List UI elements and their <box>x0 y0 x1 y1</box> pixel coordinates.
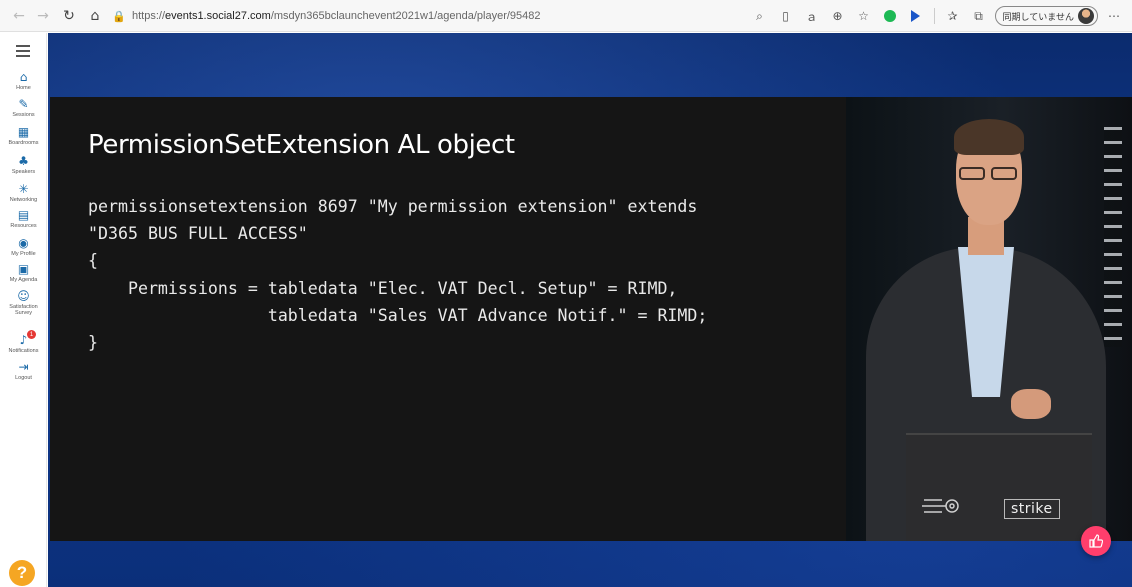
grammarly-extension-icon[interactable] <box>880 6 900 26</box>
toolbar-divider <box>933 8 935 24</box>
profile-icon: ◉ <box>18 235 29 250</box>
video-stage: PermissionSetExtension AL object permiss… <box>48 33 1132 587</box>
sidebar-item-networking[interactable]: ✳ Networking <box>0 181 47 204</box>
zoom-icon[interactable]: ⊕ <box>828 6 848 26</box>
speaker-icon: ♣ <box>18 153 29 168</box>
logout-icon: ⇥ <box>18 359 29 374</box>
home-icon: ⌂ <box>19 69 28 84</box>
survey-icon: ☺ <box>17 288 30 303</box>
sidebar-item-my-profile[interactable]: ◉ My Profile <box>0 235 47 258</box>
slide-title: PermissionSetExtension AL object <box>88 130 515 160</box>
code-line: tabledata "Sales VAT Advance Notif." = R… <box>88 305 708 325</box>
calendar-icon: ▣ <box>17 261 30 276</box>
code-line: permissionsetextension 8697 "My permissi… <box>88 197 698 216</box>
url-host: events1.social27.com <box>165 10 271 22</box>
back-icon[interactable]: ← <box>8 5 30 27</box>
sidebar-item-my-agenda[interactable]: ▣ My Agenda <box>0 261 47 284</box>
laptop <box>906 433 1092 541</box>
networking-icon: ✳ <box>18 181 29 196</box>
more-menu-icon[interactable]: ⋯ <box>1104 6 1124 26</box>
sidebar-item-satisfaction-survey[interactable]: ☺ Satisfaction Survey <box>0 288 47 317</box>
url-path: /msdyn365bclaunchevent2021w1/agenda/play… <box>270 10 541 22</box>
home-nav-icon[interactable]: ⌂ <box>84 5 106 27</box>
speaker-glasses <box>959 167 1019 181</box>
speaker-video: strike <box>846 97 1132 541</box>
sidebar-item-speakers[interactable]: ♣ Speakers <box>0 153 47 176</box>
sidebar-item-label: Boardrooms <box>8 140 39 146</box>
sidebar-item-label: My Profile <box>11 251 36 257</box>
thumbs-up-icon <box>1089 534 1103 548</box>
url-prefix: https:// <box>132 10 166 22</box>
boardroom-icon: ▦ <box>17 124 30 139</box>
sidebar-item-label: Satisfaction Survey <box>9 304 38 316</box>
sidebar-item-label: Notifications <box>8 348 39 354</box>
menu-icon[interactable] <box>16 45 30 60</box>
search-icon[interactable]: ⌕ <box>750 6 770 26</box>
favorites-icon[interactable]: ✰ <box>943 6 963 26</box>
strike-logo: strike <box>1004 499 1060 519</box>
lock-icon: 🔒 <box>112 9 126 23</box>
sidebar-item-label: Networking <box>9 197 38 203</box>
presentation-slide: PermissionSetExtension AL object permiss… <box>50 97 846 541</box>
code-block: permissionsetextension 8697 "My permissi… <box>88 193 707 356</box>
event-sidebar: ⌂ Home ✎ Sessions ▦ Boardrooms ♣ Speakers ✳ Netwo… <box>0 33 47 587</box>
circuit-logo-icon <box>922 499 959 513</box>
profile-sync-button[interactable]: 同期していません <box>994 6 1098 26</box>
forward-icon[interactable]: → <box>32 5 54 27</box>
profile-avatar <box>1078 8 1094 24</box>
code-line: { <box>88 251 98 271</box>
sidebar-item-label: Resources <box>10 223 37 229</box>
sidebar-item-boardrooms[interactable]: ▦ Boardrooms <box>0 124 47 147</box>
sidebar-item-label: Home <box>16 85 31 91</box>
reader-view-icon[interactable]: ▯ <box>776 6 796 26</box>
sync-status-label: 同期していません <box>1002 11 1074 22</box>
like-button[interactable] <box>1081 526 1111 556</box>
help-button[interactable]: ? <box>9 560 35 586</box>
pencil-icon: ✎ <box>18 96 29 111</box>
sidebar-item-notifications[interactable]: ♪ Notifications 1 <box>0 330 47 354</box>
extension-arrow-icon[interactable] <box>906 6 926 26</box>
code-line: Permissions = tabledata "Elec. VAT Decl.… <box>88 278 678 298</box>
sidebar-item-label: Speakers <box>11 169 36 175</box>
sidebar-item-label: Sessions <box>12 112 35 118</box>
resources-icon: ▤ <box>17 207 30 222</box>
code-line: "D365 BUS FULL ACCESS" <box>88 224 308 244</box>
sidebar-item-home[interactable]: ⌂ Home <box>0 69 47 92</box>
browser-toolbar: ← → ↻ ⌂ 🔒 https://events1.social27.com/m… <box>0 0 1132 32</box>
studio-light-bar <box>1104 127 1122 347</box>
code-line: } <box>88 333 98 353</box>
notification-badge: 1 <box>27 330 36 339</box>
collections-icon[interactable]: ⧉ <box>969 6 989 26</box>
sidebar-item-label: Logout <box>15 375 32 381</box>
sidebar-item-resources[interactable]: ▤ Resources <box>0 207 47 230</box>
sidebar-item-logout[interactable]: ⇥ Logout <box>0 359 47 382</box>
sidebar-item-label: My Agenda <box>9 277 38 283</box>
reload-icon[interactable]: ↻ <box>58 5 80 27</box>
favorite-add-icon[interactable]: ☆ <box>854 6 874 26</box>
sidebar-item-sessions[interactable]: ✎ Sessions <box>0 96 47 119</box>
address-bar[interactable]: 🔒 https://events1.social27.com/msdyn365b… <box>112 5 802 27</box>
read-aloud-icon[interactable]: ａ <box>802 6 822 26</box>
